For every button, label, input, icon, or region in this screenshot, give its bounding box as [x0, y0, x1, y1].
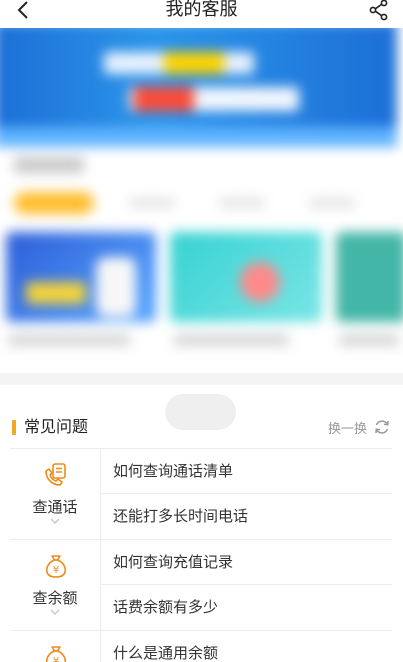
phone-bill-icon [45, 463, 66, 486]
swap-button[interactable]: 换一换 [328, 416, 391, 438]
section-divider [0, 373, 403, 385]
category-call-button[interactable]: 查通话 [10, 449, 101, 539]
category-balance-button[interactable]: ¥ 查余额 [10, 540, 101, 630]
faq-title: 常见问题 [24, 417, 89, 436]
promo-banner[interactable] [0, 28, 397, 147]
swap-label: 换一换 [327, 421, 367, 437]
category-label: 查余额 [32, 589, 78, 607]
faq-category-balance: ¥ 查余额 如何查询充值记录 话费余额有多少 [10, 540, 392, 631]
chevron-down-icon [50, 518, 60, 524]
refresh-icon [375, 420, 389, 434]
faq-list: 查通话 如何查询通话清单 还能打多长时间电话 ¥ 查余额 如何查询充值记录 话费… [10, 448, 392, 662]
faq-category-call: 查通话 如何查询通话清单 还能打多长时间电话 [10, 449, 392, 540]
faq-question-item[interactable]: 如何查询充值记录 [101, 540, 392, 585]
chevron-down-icon [50, 609, 60, 615]
svg-text:¥: ¥ [53, 656, 59, 662]
blurred-promo-area [0, 28, 403, 373]
share-icon[interactable] [367, 0, 391, 22]
faq-question-item[interactable]: 还能打多长时间电话 [101, 494, 392, 539]
faq-question-item[interactable]: 什么是通用余额 [101, 631, 392, 662]
category-general-button[interactable]: ¥ [10, 631, 101, 662]
faq-category-general: ¥ 什么是通用余额 [10, 631, 392, 662]
faq-header: 常见问题 换一换 [0, 410, 403, 444]
money-bag-icon: ¥ [45, 555, 67, 578]
page-title: 我的客服 [165, 0, 238, 20]
category-label: 查通话 [32, 498, 78, 516]
faq-question-item[interactable]: 如何查询通话清单 [101, 449, 392, 494]
faq-question-item[interactable]: 话费余额有多少 [101, 585, 392, 630]
top-bar: 我的客服 [0, 0, 403, 28]
section-accent-bar [12, 420, 16, 435]
svg-text:¥: ¥ [53, 565, 59, 576]
money-bag-icon: ¥ [45, 646, 67, 662]
